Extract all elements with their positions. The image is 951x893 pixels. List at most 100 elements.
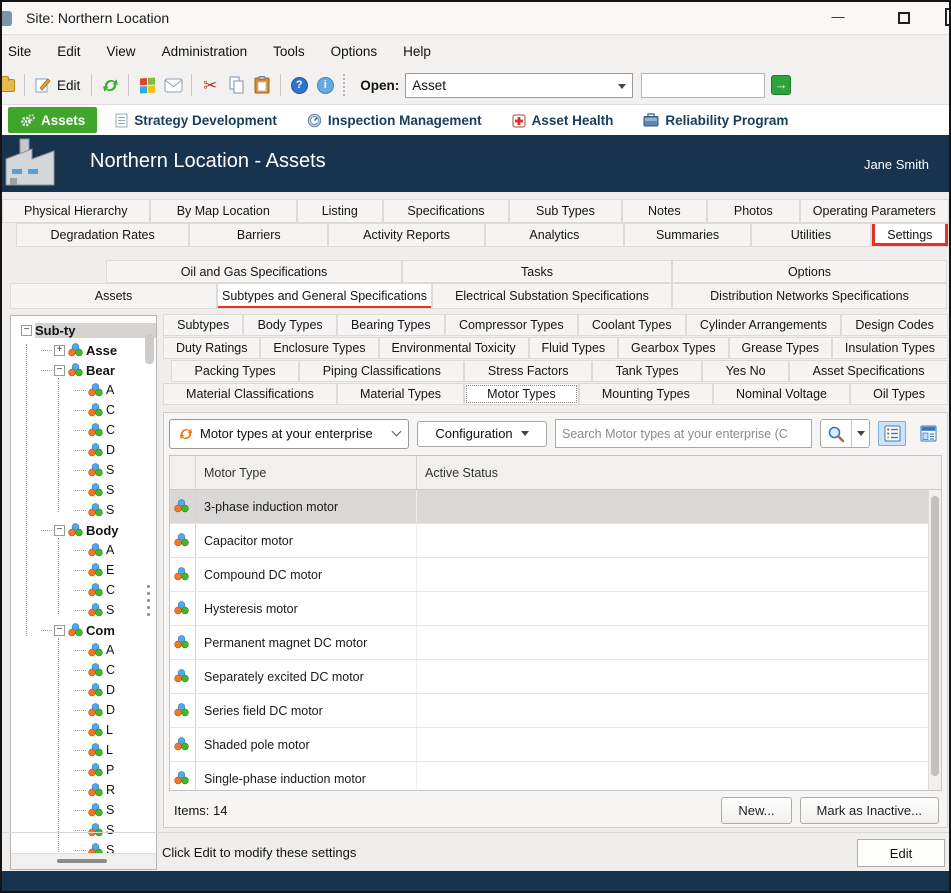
- tab-settings[interactable]: Settings: [871, 223, 949, 247]
- menu-tools[interactable]: Tools: [260, 36, 318, 66]
- paste-icon[interactable]: [250, 73, 274, 97]
- spec-tab-gearbox-types[interactable]: Gearbox Types: [618, 337, 728, 359]
- menu-edit[interactable]: Edit: [44, 36, 93, 66]
- spec-tab-material-types[interactable]: Material Types: [337, 383, 464, 405]
- spec-tab-tank-types[interactable]: Tank Types: [592, 360, 702, 382]
- minimize-button[interactable]: —: [827, 8, 849, 28]
- spec-tab-grease-types[interactable]: Grease Types: [729, 337, 832, 359]
- scope-dropdown[interactable]: Motor types at your enterprise: [169, 419, 409, 449]
- module-tab-asset-health[interactable]: Asset Health: [500, 107, 626, 133]
- tree-item-s[interactable]: S: [11, 800, 156, 820]
- table-row-shaded-pole-motor[interactable]: Shaded pole motor: [170, 728, 941, 762]
- collapse-icon[interactable]: −: [54, 525, 65, 536]
- tab-activity-reports[interactable]: Activity Reports: [328, 223, 485, 247]
- menu-administration[interactable]: Administration: [149, 36, 261, 66]
- maximize-button[interactable]: [893, 8, 915, 28]
- tab-operating-parameters[interactable]: Operating Parameters: [800, 199, 949, 223]
- spec-tab-insulation-types[interactable]: Insulation Types: [832, 337, 948, 359]
- tree-vertical-scrollbar[interactable]: [145, 334, 154, 364]
- new-button[interactable]: New...: [721, 797, 791, 824]
- tree-item-a[interactable]: A: [11, 380, 156, 400]
- windows-icon[interactable]: [135, 73, 159, 97]
- tree-item-s[interactable]: S: [11, 480, 156, 500]
- help-icon[interactable]: ?: [287, 73, 311, 97]
- tree-item-bear[interactable]: −Bear: [11, 360, 156, 380]
- settings-tab-options[interactable]: Options: [672, 260, 947, 283]
- module-tab-assets[interactable]: Assets: [8, 107, 97, 133]
- tab-summaries[interactable]: Summaries: [624, 223, 751, 247]
- spec-tab-oil-types[interactable]: Oil Types: [850, 383, 948, 405]
- magnifier-icon[interactable]: [821, 420, 852, 447]
- table-row-capacitor-motor[interactable]: Capacitor motor: [170, 524, 941, 558]
- tree-item-a[interactable]: A: [11, 640, 156, 660]
- active-status-column-header[interactable]: Active Status: [417, 456, 941, 489]
- tab-sub-types[interactable]: Sub Types: [509, 199, 621, 223]
- tree-item-s[interactable]: S: [11, 460, 156, 480]
- menu-site[interactable]: Site: [0, 36, 44, 66]
- tree-item-s[interactable]: S: [11, 600, 156, 620]
- tree-item-c[interactable]: C: [11, 580, 156, 600]
- tree-item-c[interactable]: C: [11, 420, 156, 440]
- table-row-permanent-magnet-dc-motor[interactable]: Permanent magnet DC motor: [170, 626, 941, 660]
- tree-item-l[interactable]: L: [11, 740, 156, 760]
- cut-icon[interactable]: ✂: [198, 73, 222, 97]
- mark-as-inactive-button[interactable]: Mark as Inactive...: [800, 797, 939, 824]
- tree-item-s[interactable]: S: [11, 500, 156, 520]
- tab-photos[interactable]: Photos: [707, 199, 799, 223]
- table-row-single-phase-induction-motor[interactable]: Single-phase induction motor: [170, 762, 941, 791]
- tab-by-map-location[interactable]: By Map Location: [150, 199, 298, 223]
- tree-item-d[interactable]: D: [11, 700, 156, 720]
- spec-tab-body-types[interactable]: Body Types: [243, 314, 336, 336]
- tab-notes[interactable]: Notes: [622, 199, 708, 223]
- send-icon[interactable]: [161, 73, 185, 97]
- edit-record-icon[interactable]: [31, 73, 55, 97]
- tab-analytics[interactable]: Analytics: [485, 223, 624, 247]
- close-button[interactable]: [945, 8, 951, 26]
- tab-utilities[interactable]: Utilities: [751, 223, 870, 247]
- motor-type-column-header[interactable]: Motor Type: [196, 456, 417, 489]
- spec-tab-design-codes[interactable]: Design Codes: [841, 314, 948, 336]
- collapse-icon[interactable]: −: [21, 325, 32, 336]
- spec-tab-nominal-voltage[interactable]: Nominal Voltage: [713, 383, 850, 405]
- search-options-arrow[interactable]: [852, 420, 869, 447]
- spec-tab-mounting-types[interactable]: Mounting Types: [579, 383, 713, 405]
- table-row-compound-dc-motor[interactable]: Compound DC motor: [170, 558, 941, 592]
- tree-item-a[interactable]: A: [11, 540, 156, 560]
- search-input[interactable]: [555, 419, 812, 448]
- spec-tab-duty-ratings[interactable]: Duty Ratings: [163, 337, 260, 359]
- menu-options[interactable]: Options: [318, 36, 391, 66]
- icon-column-header[interactable]: [170, 456, 196, 489]
- collapse-icon[interactable]: −: [54, 365, 65, 376]
- info-icon[interactable]: i: [313, 73, 337, 97]
- tab-degradation-rates[interactable]: Degradation Rates: [16, 223, 189, 247]
- collapse-icon[interactable]: −: [54, 625, 65, 636]
- settings-tab-electrical-substation-specifications[interactable]: Electrical Substation Specifications: [432, 283, 672, 309]
- tab-barriers[interactable]: Barriers: [189, 223, 328, 247]
- tree-item-d[interactable]: D: [11, 680, 156, 700]
- tree-item-r[interactable]: R: [11, 780, 156, 800]
- spec-tab-material-classifications[interactable]: Material Classifications: [163, 383, 337, 405]
- settings-tab-subtypes-and-general-specifications[interactable]: Subtypes and General Specifications: [217, 283, 432, 309]
- module-tab-inspection-management[interactable]: Inspection Management: [295, 107, 494, 133]
- table-row-hysteresis-motor[interactable]: Hysteresis motor: [170, 592, 941, 626]
- tree-item-com[interactable]: −Com: [11, 620, 156, 640]
- table-vertical-scrollbar[interactable]: [928, 490, 941, 790]
- spec-tab-coolant-types[interactable]: Coolant Types: [578, 314, 686, 336]
- search-button[interactable]: [820, 419, 870, 448]
- spec-tab-environmental-toxicity[interactable]: Environmental Toxicity: [379, 337, 529, 359]
- spec-tab-piping-classifications[interactable]: Piping Classifications: [299, 360, 464, 382]
- panel-splitter-handle[interactable]: [146, 585, 151, 616]
- module-tab-strategy-development[interactable]: Strategy Development: [103, 107, 289, 133]
- open-combobox[interactable]: Asset: [405, 73, 633, 98]
- spec-tab-subtypes[interactable]: Subtypes: [163, 314, 243, 336]
- table-row-series-field-dc-motor[interactable]: Series field DC motor: [170, 694, 941, 728]
- tree-item-l[interactable]: L: [11, 720, 156, 740]
- tree-item-p[interactable]: P: [11, 760, 156, 780]
- tree-item-c[interactable]: C: [11, 400, 156, 420]
- spec-tab-cylinder-arrangements[interactable]: Cylinder Arrangements: [686, 314, 841, 336]
- spec-tab-yes-no[interactable]: Yes No: [702, 360, 789, 382]
- tab-physical-hierarchy[interactable]: Physical Hierarchy: [2, 199, 150, 223]
- settings-tab-tasks[interactable]: Tasks: [402, 260, 672, 283]
- edit-button[interactable]: Edit: [857, 839, 945, 867]
- spec-tab-motor-types[interactable]: Motor Types: [464, 383, 579, 405]
